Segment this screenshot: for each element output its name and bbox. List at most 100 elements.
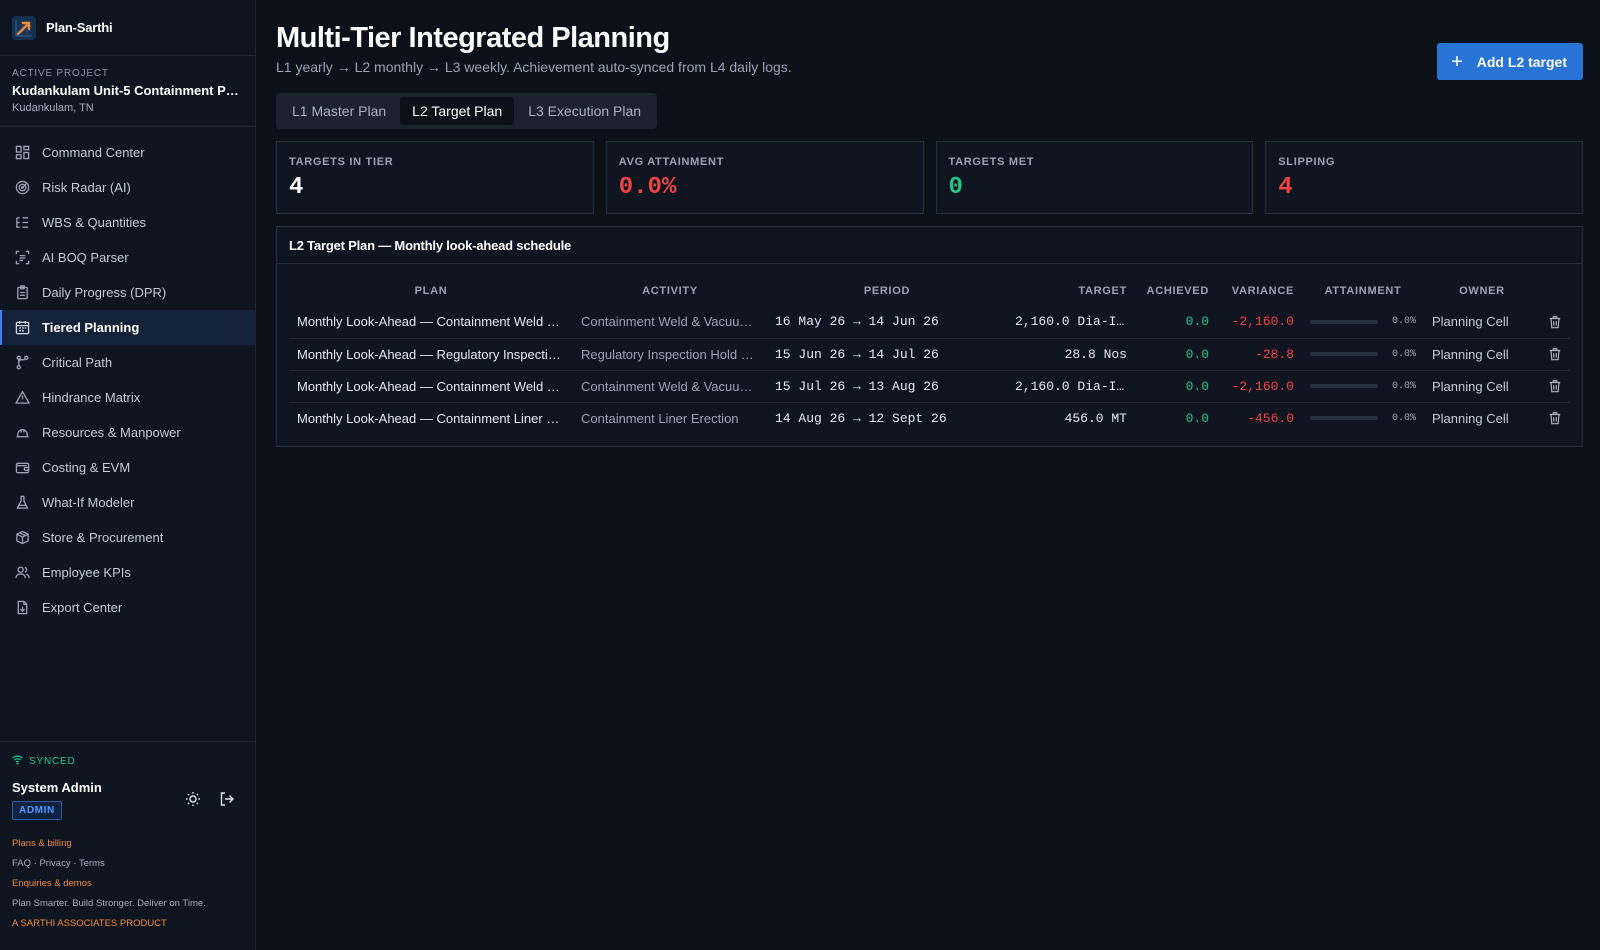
trend-arrow-logo-icon (12, 15, 36, 40)
grid-icon (14, 145, 30, 161)
sun-icon[interactable] (185, 791, 201, 810)
tab-l2-target-plan[interactable]: L2 Target Plan (400, 97, 515, 125)
trash-icon[interactable] (1548, 379, 1562, 393)
kpi-value: 4 (1278, 174, 1293, 201)
col-header-attainment: ATTAINMENT (1324, 285, 1402, 297)
cell-owner: Planning Cell (1424, 306, 1540, 339)
sidebar-item-command-center[interactable]: Command Center (0, 135, 255, 170)
cell-activity: Containment Weld & Vacuum Box Test (573, 306, 767, 339)
table-row[interactable]: Monthly Look-Ahead — Containment Liner E… (289, 402, 1570, 434)
sidebar: Plan-Sarthi ACTIVE PROJECT Kudankulam Un… (0, 0, 256, 950)
sidebar-item-hindrance-matrix[interactable]: Hindrance Matrix (0, 380, 255, 415)
cell-period: 15 Jul 26 → 13 Aug 26 (767, 370, 1007, 403)
trash-icon[interactable] (1548, 411, 1562, 425)
attainment-bar (1310, 416, 1378, 421)
brand-name: Plan-Sarthi (46, 20, 113, 35)
user-actions (185, 791, 235, 810)
clipboard-icon (14, 285, 30, 301)
page-subtitle: L1 yearly → L2 monthly → L3 weekly. Achi… (276, 59, 792, 75)
sidebar-item-label: Critical Path (42, 355, 113, 370)
col-header-achieved: ACHIEVED (1146, 285, 1209, 297)
kpi-targets-met: TARGETS MET 0 (935, 141, 1254, 214)
cell-target: 456.0 MT (1064, 410, 1127, 426)
sidebar-item-what-if[interactable]: What-If Modeler (0, 485, 255, 520)
plans-billing-link[interactable]: Plans & billing (12, 834, 243, 854)
cell-activity: Containment Weld & Vacuum Box Test (573, 370, 767, 403)
cell-owner: Planning Cell (1432, 410, 1509, 426)
sidebar-item-tiered-planning[interactable]: Tiered Planning (0, 310, 255, 345)
target-plan-panel: L2 Target Plan — Monthly look-ahead sche… (276, 226, 1583, 447)
panel-title: L2 Target Plan — Monthly look-ahead sche… (277, 227, 1582, 264)
sidebar-item-resources[interactable]: Resources & Manpower (0, 415, 255, 450)
tree-list-icon (14, 215, 30, 231)
sidebar-item-label: AI BOQ Parser (42, 250, 129, 265)
sidebar-item-label: Export Center (42, 600, 123, 615)
kpi-targets-in-tier: TARGETS IN TIER 4 (276, 141, 594, 214)
attainment-percent: 0.0% (1391, 380, 1416, 392)
table-header-row: PLAN ACTIVITY PERIOD TARGET ACHIEVED VAR… (289, 276, 1570, 306)
legal-links[interactable]: FAQ · Privacy · Terms (12, 854, 243, 874)
cell-activity: Containment Liner Erection (581, 410, 739, 426)
attainment-bar (1310, 352, 1378, 356)
cell-achieved: 0.0 (1135, 338, 1217, 371)
sidebar-item-ai-boq-parser[interactable]: AI BOQ Parser (0, 240, 255, 275)
cell-actions (1540, 402, 1570, 434)
cell-attainment: 0.0% (1302, 338, 1424, 371)
sidebar-item-label: Risk Radar (AI) (42, 180, 131, 195)
add-button-label: Add L2 target (1476, 53, 1567, 70)
attainment-bar (1310, 384, 1378, 388)
sidebar-item-label: Command Center (42, 145, 145, 160)
col-header-period: PERIOD (863, 285, 911, 297)
table-row[interactable]: Monthly Look-Ahead — Containment Weld & … (289, 306, 1570, 339)
sidebar-item-label: Tiered Planning (42, 320, 140, 335)
brand[interactable]: Plan-Sarthi (0, 0, 255, 56)
enquiries-link[interactable]: Enquiries & demos (12, 874, 243, 894)
trash-icon[interactable] (1548, 347, 1562, 361)
sidebar-item-risk-radar[interactable]: Risk Radar (AI) (0, 170, 255, 205)
cell-period: 15 Jun 26 → 14 Jul 26 (767, 338, 1007, 371)
sidebar-item-wbs[interactable]: WBS & Quantities (0, 205, 255, 240)
cell-variance: -28.8 (1217, 338, 1302, 371)
cell-plan: Monthly Look-Ahead — Containment Weld & … (289, 370, 573, 403)
warning-icon (14, 390, 30, 406)
attainment-bar (1310, 319, 1378, 324)
cell-attainment: 0.0% (1302, 306, 1424, 339)
radar-icon (14, 180, 30, 196)
sidebar-item-store[interactable]: Store & Procurement (0, 520, 255, 555)
active-project-location: Kudankulam, TN (12, 102, 94, 114)
col-header-plan: PLAN (414, 285, 448, 297)
tab-l3-execution-plan[interactable]: L3 Execution Plan (516, 97, 653, 125)
sidebar-item-label: Resources & Manpower (42, 425, 181, 440)
user-name: System Admin (12, 780, 102, 795)
cell-actions (1540, 338, 1570, 371)
table-row[interactable]: Monthly Look-Ahead — Regulatory Inspecti… (289, 338, 1570, 371)
sidebar-item-export-center[interactable]: Export Center (0, 590, 255, 625)
kpi-avg-attainment: AVG ATTAINMENT 0.0% (605, 141, 924, 214)
trash-icon[interactable] (1548, 315, 1562, 329)
product-credit: A SARTHI ASSOCIATES PRODUCT (12, 918, 167, 929)
main-content: Multi-Tier Integrated Planning L1 yearly… (256, 0, 1600, 950)
package-icon (14, 530, 30, 546)
add-l2-target-button[interactable]: + Add L2 target (1437, 43, 1583, 80)
cell-actions (1540, 306, 1570, 339)
sidebar-item-label: What-If Modeler (42, 495, 135, 510)
sidebar-item-employee-kpis[interactable]: Employee KPIs (0, 555, 255, 590)
tab-l1-master-plan[interactable]: L1 Master Plan (280, 97, 398, 125)
tier-tabs: L1 Master Plan L2 Target Plan L3 Executi… (276, 93, 658, 129)
sidebar-item-daily-progress[interactable]: Daily Progress (DPR) (0, 275, 255, 310)
sidebar-item-critical-path[interactable]: Critical Path (0, 345, 255, 380)
active-project[interactable]: ACTIVE PROJECT Kudankulam Unit-5 Contain… (0, 56, 255, 127)
sync-status-label: SYNCED (29, 755, 76, 767)
attainment-percent: 0.0% (1391, 316, 1416, 328)
table-row[interactable]: Monthly Look-Ahead — Containment Weld & … (289, 370, 1570, 403)
user-info: System Admin ADMIN (12, 780, 185, 820)
cell-plan: Monthly Look-Ahead — Regulatory Inspecti… (289, 338, 573, 371)
cell-target: 2,160.0 Dia-Inch (1007, 306, 1135, 339)
logout-icon[interactable] (219, 791, 235, 810)
sidebar-footer: SYNCED System Admin ADMIN Plans & billin… (0, 741, 255, 950)
tagline: Plan Smarter. Build Stronger. Deliver on… (12, 898, 206, 909)
plus-icon: + (1451, 50, 1463, 73)
target-table: PLAN ACTIVITY PERIOD TARGET ACHIEVED VAR… (289, 276, 1570, 434)
sidebar-item-label: Hindrance Matrix (42, 390, 141, 405)
sidebar-item-costing[interactable]: Costing & EVM (0, 450, 255, 485)
